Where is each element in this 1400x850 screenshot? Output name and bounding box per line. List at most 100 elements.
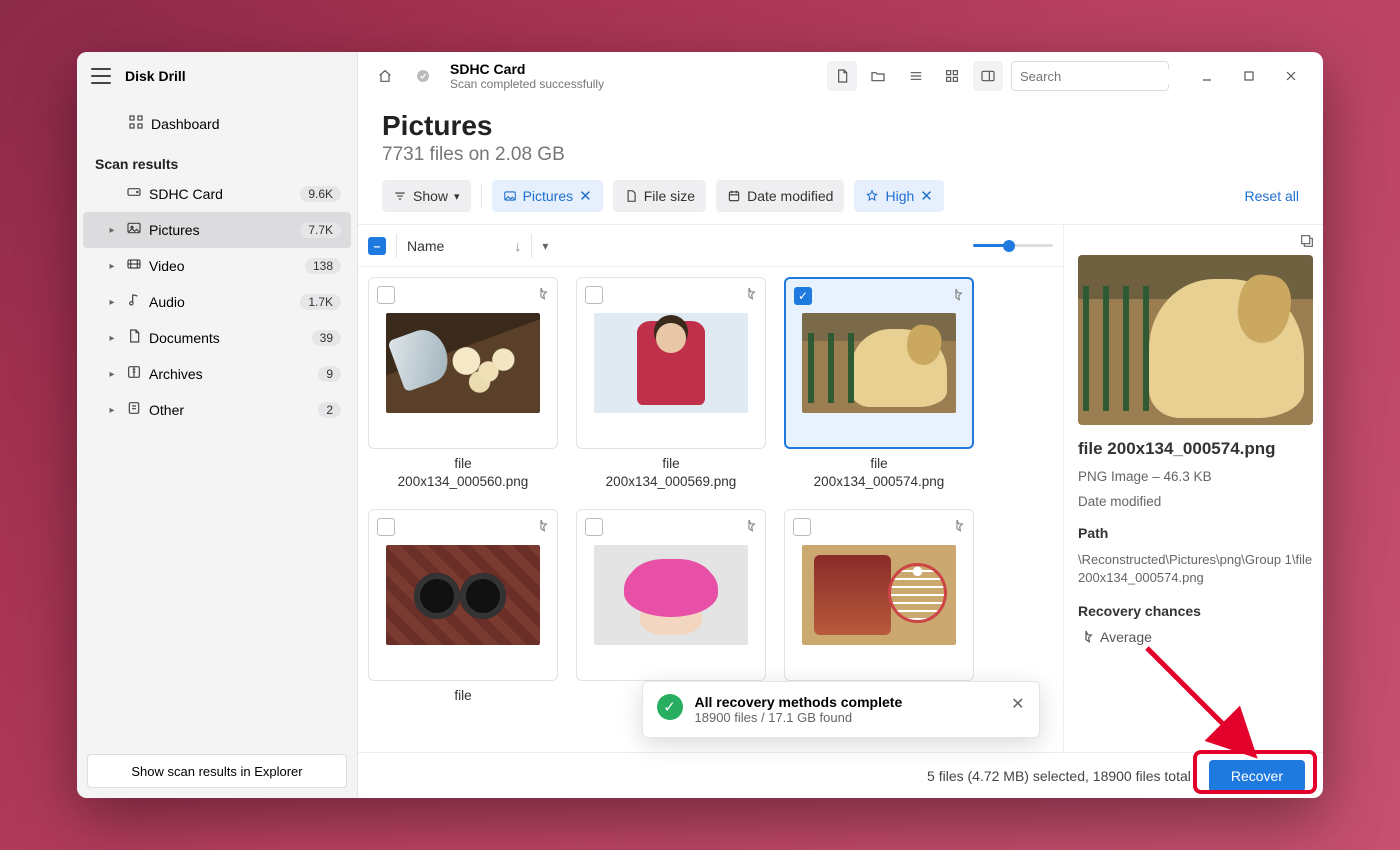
sidebar-item-badge: 138 bbox=[305, 258, 341, 274]
filter-chip-pictures[interactable]: Pictures ✕ bbox=[492, 180, 603, 212]
view-folder-button[interactable] bbox=[863, 61, 893, 91]
layout-grid-button[interactable] bbox=[937, 61, 967, 91]
close-button[interactable] bbox=[1271, 61, 1311, 91]
toast-scan-complete: ✓ All recovery methods complete 18900 fi… bbox=[642, 681, 1040, 738]
thumbnail-image bbox=[594, 545, 748, 645]
chip-label: File size bbox=[644, 188, 695, 204]
chevron-right-icon: ▸ bbox=[105, 297, 119, 308]
show-dropdown[interactable]: Show ▾ bbox=[382, 180, 471, 212]
sidebar-item-label: SDHC Card bbox=[149, 186, 300, 202]
detail-date-label: Date modified bbox=[1078, 494, 1313, 509]
chip-remove-icon[interactable]: ✕ bbox=[920, 187, 933, 205]
filter-chip-filesize[interactable]: File size bbox=[613, 180, 706, 212]
audio-icon bbox=[123, 292, 145, 312]
chevron-down-icon: ▾ bbox=[454, 190, 460, 203]
sidebar-footer: Show scan results in Explorer bbox=[77, 744, 357, 798]
sidebar-item-badge: 9.6K bbox=[300, 186, 341, 202]
star-half-icon bbox=[533, 286, 549, 307]
file-checkbox[interactable]: ✓ bbox=[794, 287, 812, 305]
sidebar-item-video[interactable]: ▸ Video 138 bbox=[83, 248, 351, 284]
sidebar-dashboard-section: Dashboard bbox=[77, 100, 357, 148]
breadcrumb-subtitle: Scan completed successfully bbox=[450, 77, 604, 91]
window-controls bbox=[1187, 61, 1311, 91]
sidebar-item-documents[interactable]: ▸ Documents 39 bbox=[83, 320, 351, 356]
sidebar: Disk Drill Dashboard Scan results SDHC C… bbox=[77, 52, 358, 798]
column-header: – Name ↓ ▾ bbox=[358, 225, 1063, 267]
search-input[interactable] bbox=[1020, 69, 1196, 84]
sidebar-item-badge: 9 bbox=[318, 366, 341, 382]
view-mode-group bbox=[827, 61, 893, 91]
master-checkbox[interactable]: – bbox=[368, 237, 386, 255]
hamburger-icon[interactable] bbox=[91, 68, 111, 84]
detail-path-value: \Reconstructed\Pictures\png\Group 1\file… bbox=[1078, 551, 1313, 587]
layout-list-button[interactable] bbox=[901, 61, 931, 91]
filter-chip-high[interactable]: High ✕ bbox=[854, 180, 943, 212]
popout-icon[interactable] bbox=[1299, 233, 1315, 252]
page-subtitle: 7731 files on 2.08 GB bbox=[382, 144, 1299, 166]
file-checkbox[interactable] bbox=[585, 286, 603, 304]
divider bbox=[481, 184, 482, 208]
view-file-button[interactable] bbox=[827, 61, 857, 91]
app-window: Disk Drill Dashboard Scan results SDHC C… bbox=[77, 52, 1323, 798]
column-more-menu[interactable]: ▾ bbox=[542, 239, 548, 253]
sidebar-item-badge: 2 bbox=[318, 402, 341, 418]
maximize-button[interactable] bbox=[1229, 61, 1269, 91]
layout-split-button[interactable] bbox=[973, 61, 1003, 91]
recover-button[interactable]: Recover bbox=[1209, 760, 1305, 792]
doc-icon bbox=[624, 189, 638, 203]
calendar-icon bbox=[727, 189, 741, 203]
filter-chip-date[interactable]: Date modified bbox=[716, 180, 844, 212]
file-card[interactable]: file200x134_000560.png bbox=[368, 277, 558, 491]
doc-icon bbox=[123, 328, 145, 348]
sidebar-item-badge: 39 bbox=[312, 330, 341, 346]
sidebar-item-archives[interactable]: ▸ Archives 9 bbox=[83, 356, 351, 392]
column-name[interactable]: Name bbox=[407, 238, 444, 254]
file-checkbox[interactable] bbox=[377, 286, 395, 304]
file-checkbox[interactable] bbox=[377, 518, 395, 536]
sidebar-item-dashboard[interactable]: Dashboard bbox=[83, 106, 351, 142]
content-row: – Name ↓ ▾ file200x134_000560.png bbox=[358, 224, 1323, 752]
toast-close-icon[interactable]: ✕ bbox=[1011, 694, 1024, 714]
sidebar-item-audio[interactable]: ▸ Audio 1.7K bbox=[83, 284, 351, 320]
filter-bar: Show ▾ Pictures ✕ File size Date modifie… bbox=[358, 172, 1323, 224]
file-checkbox[interactable] bbox=[793, 518, 811, 536]
chevron-right-icon: ▸ bbox=[105, 405, 119, 416]
grid-icon bbox=[125, 114, 147, 134]
thumbnail-size-slider[interactable] bbox=[973, 244, 1053, 247]
file-card[interactable]: file bbox=[368, 509, 558, 705]
star-half-icon bbox=[741, 286, 757, 307]
home-button[interactable] bbox=[370, 61, 400, 91]
thumbnail-grid[interactable]: file200x134_000560.png file200x134_00056… bbox=[358, 267, 1063, 752]
toast-subtitle: 18900 files / 17.1 GB found bbox=[695, 710, 903, 725]
chip-remove-icon[interactable]: ✕ bbox=[579, 187, 592, 205]
sidebar-item-label: Dashboard bbox=[151, 116, 341, 132]
file-checkbox[interactable] bbox=[585, 518, 603, 536]
file-card[interactable]: file200x134_000569.png bbox=[576, 277, 766, 491]
drive-icon bbox=[123, 184, 145, 204]
sidebar-top: Disk Drill bbox=[77, 52, 357, 100]
star-half-icon bbox=[948, 287, 964, 308]
sidebar-heading-scan-results: Scan results bbox=[77, 148, 357, 176]
grid-pane: – Name ↓ ▾ file200x134_000560.png bbox=[358, 225, 1063, 752]
detail-chances-value: Average bbox=[1100, 629, 1152, 645]
file-card[interactable]: file bbox=[576, 509, 766, 705]
show-in-explorer-button[interactable]: Show scan results in Explorer bbox=[87, 754, 347, 788]
detail-pane: file 200x134_000574.png PNG Image – 46.3… bbox=[1063, 225, 1323, 752]
sidebar-item-other[interactable]: ▸ Other 2 bbox=[83, 392, 351, 428]
file-name: file200x134_000569.png bbox=[606, 455, 737, 491]
sidebar-item-pictures[interactable]: ▸ Pictures 7.7K bbox=[83, 212, 351, 248]
file-card[interactable]: ✓ file200x134_000574.png bbox=[784, 277, 974, 491]
detail-chances-row: Average bbox=[1078, 629, 1313, 645]
file-name: file200x134_000560.png bbox=[398, 455, 529, 491]
search-box[interactable] bbox=[1011, 61, 1169, 91]
sidebar-item-badge: 7.7K bbox=[300, 222, 341, 238]
detail-path-label: Path bbox=[1078, 525, 1313, 541]
sidebar-item-sdhc-card[interactable]: SDHC Card 9.6K bbox=[83, 176, 351, 212]
minimize-button[interactable] bbox=[1187, 61, 1227, 91]
reset-all-link[interactable]: Reset all bbox=[1245, 188, 1299, 204]
chip-label: Pictures bbox=[523, 188, 574, 204]
toast-title: All recovery methods complete bbox=[695, 694, 903, 710]
sort-arrow-icon[interactable]: ↓ bbox=[514, 238, 521, 254]
star-icon bbox=[865, 189, 879, 203]
file-card[interactable]: file bbox=[784, 509, 974, 705]
